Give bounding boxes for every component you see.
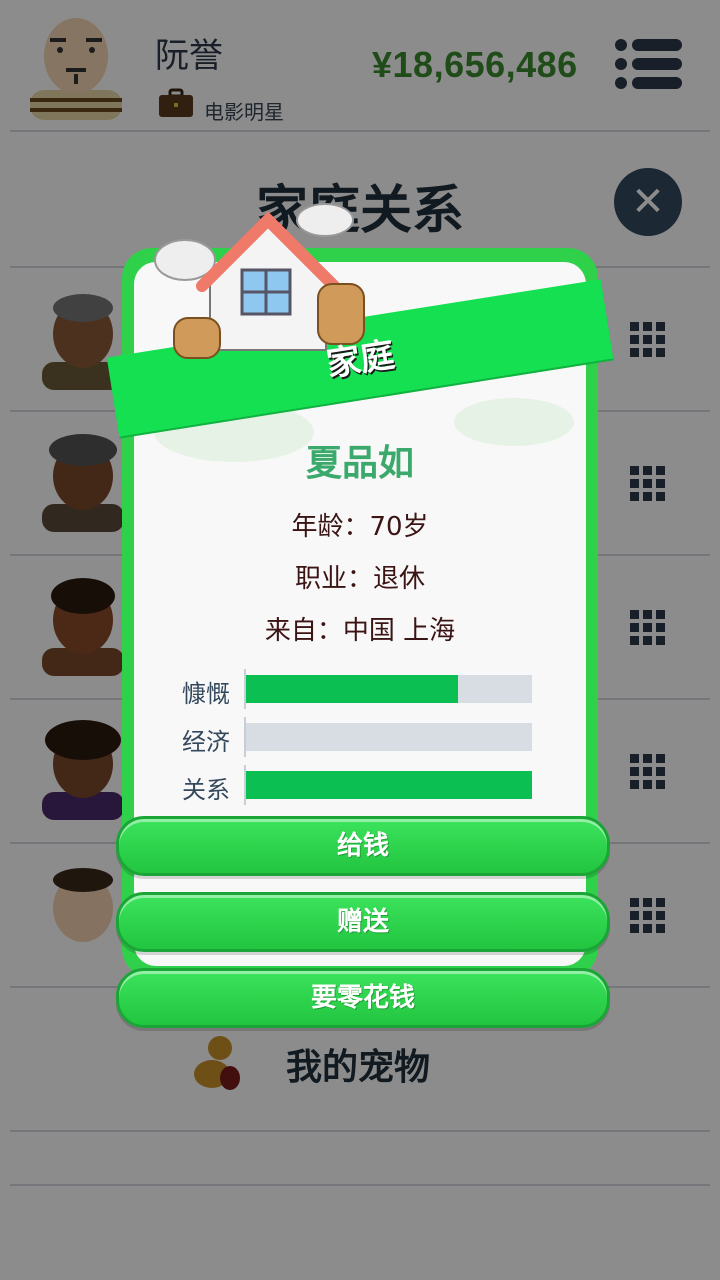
stat-label-generosity: 慷慨	[182, 680, 230, 708]
stat-label-relationship: 关系	[182, 776, 230, 804]
member-name: 夏品如	[305, 443, 414, 484]
stat-label-economy: 经济	[182, 728, 230, 756]
member-origin: 来自：中国 上海	[264, 616, 456, 646]
stat-bar-generosity	[246, 675, 532, 703]
ask-pocket-money-button[interactable]: 要零花钱	[116, 968, 610, 1028]
member-age: 年龄：70岁	[291, 512, 429, 542]
member-job: 职业：退休	[294, 564, 425, 594]
give-money-button[interactable]: 给钱	[116, 816, 610, 876]
gift-button[interactable]: 赠送	[116, 892, 610, 952]
stat-bar-relationship	[246, 771, 532, 799]
stat-bar-economy	[246, 723, 532, 751]
stat-fill	[246, 675, 458, 703]
stat-fill	[246, 771, 532, 799]
